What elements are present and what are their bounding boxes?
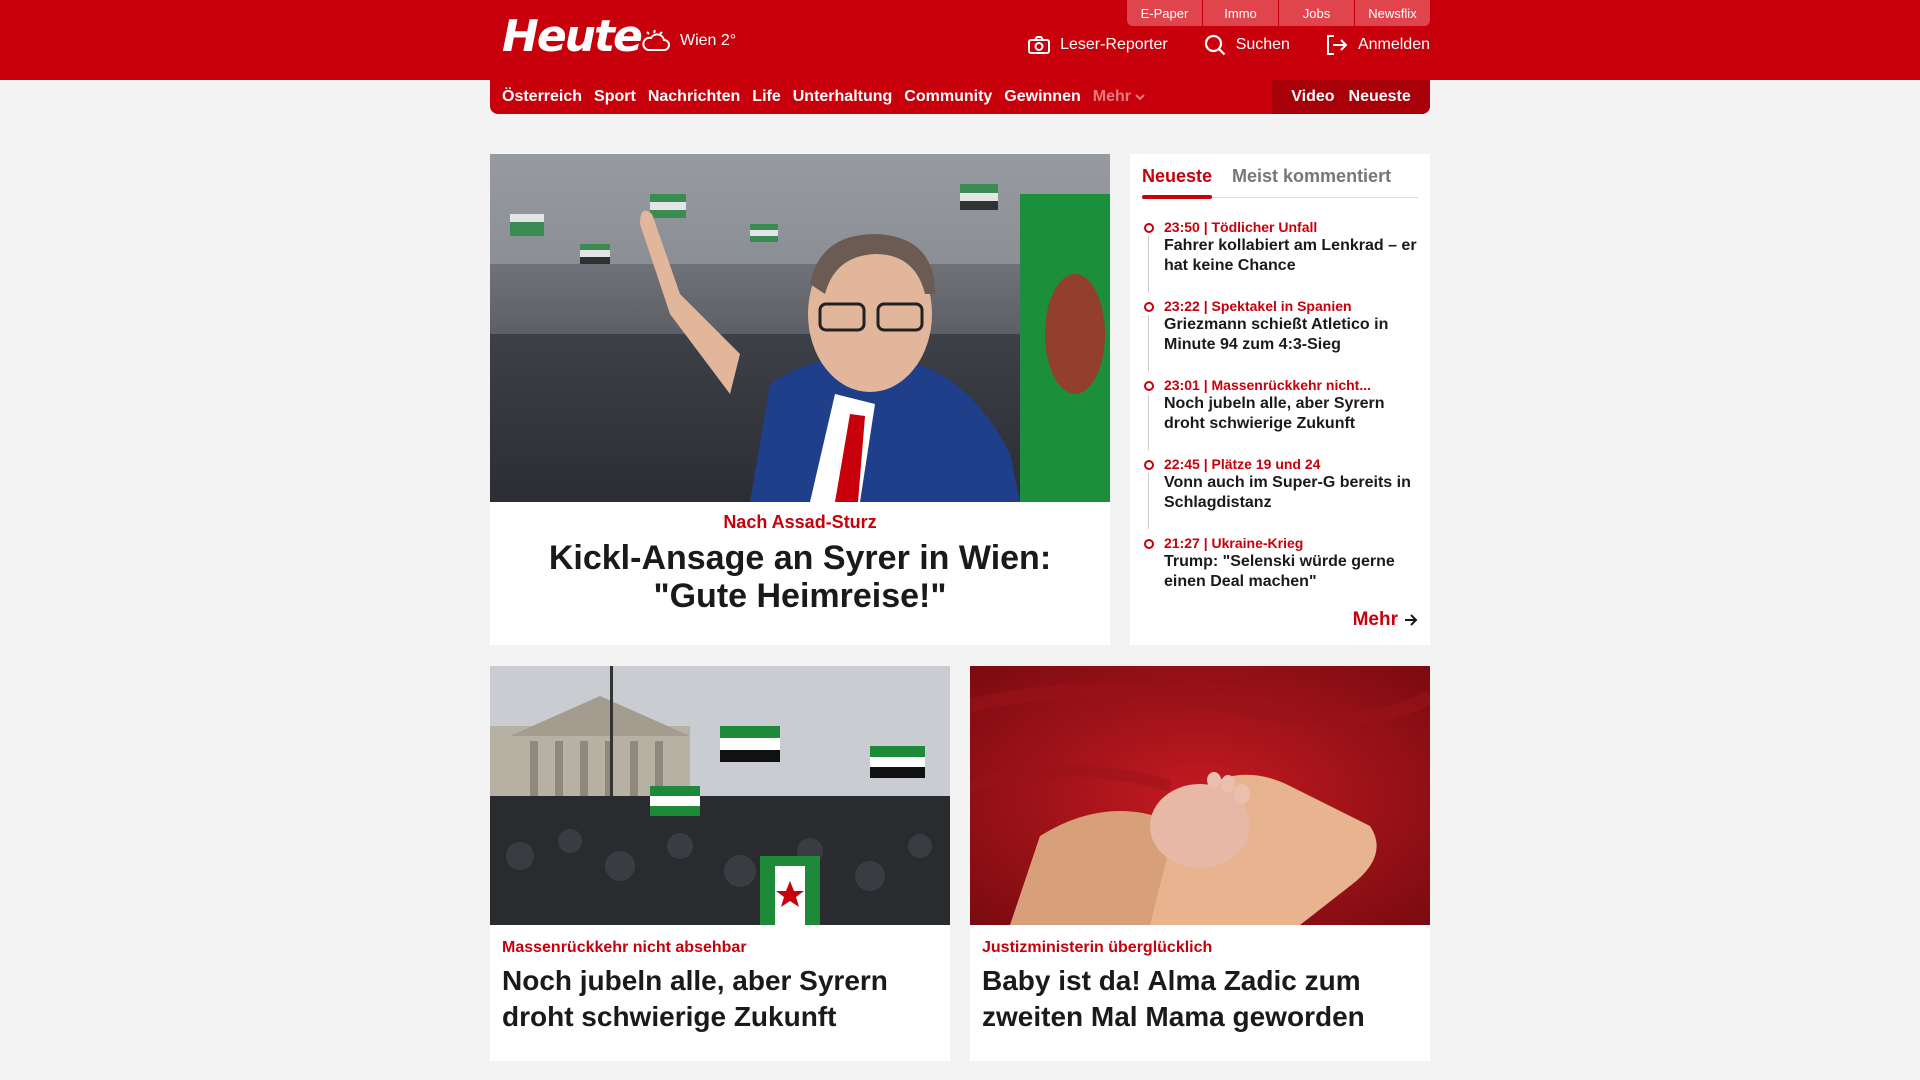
- nav-item-video[interactable]: Video: [1291, 88, 1334, 106]
- quicklink-immo[interactable]: Immo: [1203, 0, 1278, 26]
- timeline-line: [1148, 394, 1149, 450]
- feed-title[interactable]: Vonn auch im Super-G bereits in Schlagdi…: [1164, 473, 1418, 513]
- sidebar-tabs: Neueste Meist kommentiert: [1142, 154, 1418, 199]
- nav-item-neueste[interactable]: Neueste: [1349, 88, 1411, 106]
- arrow-right-icon: [1405, 614, 1418, 626]
- more-news-link[interactable]: Mehr: [1353, 609, 1418, 631]
- hero-article[interactable]: Nach Assad-Sturz Kickl-Ansage an Syrer i…: [490, 154, 1110, 645]
- list-item[interactable]: 22:45 | Plätze 19 und 24 Vonn auch im Su…: [1142, 455, 1418, 534]
- article-card[interactable]: Massenrückkehr nicht absehbar Noch jubel…: [490, 666, 950, 1061]
- feed-meta: 21:27 | Ukraine-Krieg: [1164, 535, 1304, 551]
- feed-meta: 22:45 | Plätze 19 und 24: [1164, 456, 1321, 472]
- feed-meta: 23:22 | Spektakel in Spanien: [1164, 298, 1352, 314]
- card-kicker: Massenrückkehr nicht absehbar: [502, 939, 747, 956]
- weather-label: Wien 2°: [680, 32, 737, 49]
- nav-item-unterhaltung[interactable]: Unterhaltung: [793, 88, 893, 106]
- list-item[interactable]: 23:01 | Massenrückkehr nicht... Noch jub…: [1142, 376, 1418, 455]
- chevron-down-icon: [1135, 93, 1145, 100]
- main-navigation: Österreich Sport Nachrichten Life Unterh…: [490, 80, 1430, 114]
- tab-neueste[interactable]: Neueste: [1142, 166, 1213, 199]
- timeline-dot: [1144, 302, 1154, 312]
- search-button[interactable]: Suchen: [1204, 34, 1290, 56]
- timeline-line: [1148, 473, 1149, 529]
- weather-widget[interactable]: Wien 2°: [640, 28, 736, 54]
- card-title[interactable]: Noch jubeln alle, aber Syrern droht schw…: [502, 963, 938, 1035]
- nav-item-gewinnen[interactable]: Gewinnen: [1004, 88, 1080, 106]
- timeline-dot: [1144, 539, 1154, 549]
- hero-kicker: Nach Assad-Sturz: [723, 512, 877, 532]
- quicklink-jobs[interactable]: Jobs: [1279, 0, 1354, 26]
- nav-item-community[interactable]: Community: [904, 88, 992, 106]
- nav-more-dropdown[interactable]: Mehr: [1093, 88, 1145, 106]
- quicklink-newsflix[interactable]: Newsflix: [1355, 0, 1430, 26]
- feed-title[interactable]: Griezmann schießt Atletico in Minute 94 …: [1164, 315, 1418, 355]
- site-header: Heute Wien 2° E-Paper Immo Jobs Newsflix…: [0, 0, 1920, 80]
- list-item[interactable]: 23:22 | Spektakel in Spanien Griezmann s…: [1142, 297, 1418, 376]
- newsfeed-list: 23:50 | Tödlicher Unfall Fahrer kollabie…: [1142, 218, 1418, 613]
- card-kicker: Justizministerin überglücklich: [982, 939, 1213, 956]
- nav-right-group: Video Neueste: [1272, 80, 1430, 114]
- quicklinks: E-Paper Immo Jobs Newsflix: [1126, 0, 1430, 26]
- card-title[interactable]: Baby ist da! Alma Zadic zum zweiten Mal …: [982, 963, 1418, 1035]
- feed-title[interactable]: Noch jubeln alle, aber Syrern droht schw…: [1164, 394, 1418, 434]
- nav-item-life[interactable]: Life: [752, 88, 780, 106]
- site-logo[interactable]: Heute: [502, 13, 643, 61]
- list-item[interactable]: 23:50 | Tödlicher Unfall Fahrer kollabie…: [1142, 218, 1418, 297]
- tab-meist-kommentiert[interactable]: Meist kommentiert: [1232, 166, 1391, 197]
- nav-more-label: Mehr: [1092, 88, 1131, 105]
- login-icon: [1326, 35, 1348, 55]
- feed-meta: 23:50 | Tödlicher Unfall: [1164, 219, 1318, 235]
- timeline-line: [1148, 236, 1149, 292]
- article-image[interactable]: [490, 666, 950, 925]
- login-button[interactable]: Anmelden: [1326, 35, 1430, 55]
- nav-item-sport[interactable]: Sport: [594, 88, 636, 106]
- search-icon: [1204, 34, 1225, 56]
- search-label: Suchen: [1235, 36, 1290, 53]
- quicklink-epaper[interactable]: E-Paper: [1127, 0, 1202, 26]
- camera-icon: [1028, 36, 1051, 54]
- weather-cloud-sun-icon: [642, 29, 670, 51]
- more-label: Mehr: [1352, 609, 1398, 630]
- leser-reporter-button[interactable]: Leser-Reporter: [1028, 36, 1168, 54]
- header-tools: Leser-Reporter Suchen Anmelden: [992, 34, 1430, 56]
- timeline-dot: [1144, 460, 1154, 470]
- leser-reporter-label: Leser-Reporter: [1060, 36, 1168, 53]
- timeline-line: [1148, 315, 1149, 371]
- timeline-dot: [1144, 381, 1154, 391]
- feed-title[interactable]: Fahrer kollabiert am Lenkrad – er hat ke…: [1164, 236, 1418, 276]
- timeline-dot: [1144, 223, 1154, 233]
- list-item[interactable]: 21:27 | Ukraine-Krieg Trump: "Selenski w…: [1142, 534, 1418, 613]
- article-card[interactable]: Justizministerin überglücklich Baby ist …: [970, 666, 1430, 1061]
- login-label: Anmelden: [1357, 36, 1430, 53]
- feed-meta: 23:01 | Massenrückkehr nicht...: [1164, 377, 1372, 393]
- hero-image[interactable]: [490, 154, 1110, 502]
- hero-title[interactable]: Kickl-Ansage an Syrer in Wien: "Gute Hei…: [510, 539, 1090, 615]
- article-image[interactable]: [970, 666, 1430, 925]
- nav-item-nachrichten[interactable]: Nachrichten: [648, 88, 740, 106]
- nav-item-oesterreich[interactable]: Österreich: [502, 88, 582, 106]
- feed-title[interactable]: Trump: "Selenski würde gerne einen Deal …: [1164, 552, 1418, 592]
- newsfeed-sidebar: Neueste Meist kommentiert 23:50 | Tödlic…: [1130, 154, 1430, 645]
